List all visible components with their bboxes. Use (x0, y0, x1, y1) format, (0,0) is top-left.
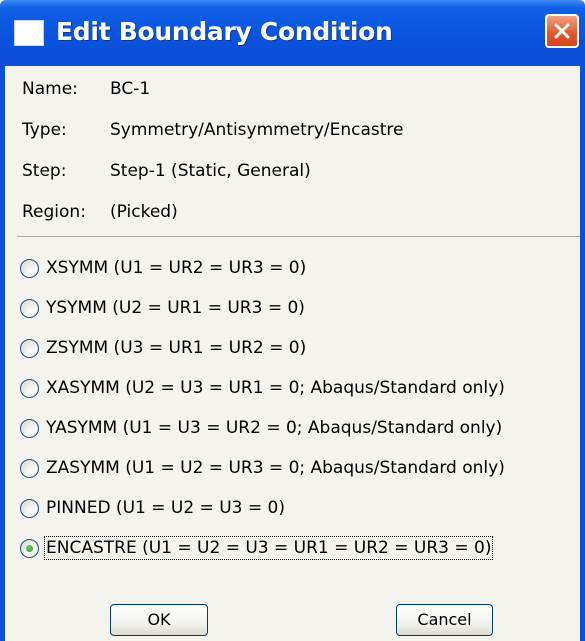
radio-selected-dot (26, 545, 33, 552)
radio-pinned[interactable]: PINNED (U1 = U2 = U3 = 0) (20, 494, 580, 524)
radio-xasymm[interactable]: XASYMM (U2 = U3 = UR1 = 0; Abaqus/Standa… (20, 374, 580, 404)
name-value: BC-1 (110, 79, 151, 99)
radio-ysymm[interactable]: YSYMM (U2 = UR1 = UR3 = 0) (20, 294, 580, 324)
region-label: Region: (22, 202, 86, 222)
dialog-window: Edit Boundary Condition Name: BC-1 Type:… (0, 0, 585, 641)
dialog-title: Edit Boundary Condition (56, 17, 393, 46)
radio-encastre[interactable]: ENCASTRE (U1 = U2 = U3 = UR1 = UR2 = UR3… (20, 534, 580, 564)
title-bar[interactable]: Edit Boundary Condition (0, 0, 585, 66)
radio-zasymm[interactable]: ZASYMM (U1 = U2 = UR3 = 0; Abaqus/Standa… (20, 454, 580, 484)
radio-yasymm[interactable]: YASYMM (U1 = U3 = UR2 = 0; Abaqus/Standa… (20, 414, 580, 444)
radio-button-icon[interactable] (20, 499, 39, 518)
type-label: Type: (22, 120, 67, 140)
cancel-button[interactable]: Cancel (396, 604, 493, 636)
separator (17, 236, 580, 238)
radio-button-icon[interactable] (20, 299, 39, 318)
close-button[interactable] (545, 14, 579, 48)
radio-label[interactable]: ZASYMM (U1 = U2 = UR3 = 0; Abaqus/Standa… (46, 458, 505, 478)
radio-button-icon[interactable] (20, 459, 39, 478)
type-value: Symmetry/Antisymmetry/Encastre (110, 120, 404, 140)
radio-label[interactable]: ZSYMM (U3 = UR1 = UR2 = 0) (46, 338, 306, 358)
radio-label[interactable]: YSYMM (U2 = UR1 = UR3 = 0) (46, 298, 305, 318)
step-value: Step-1 (Static, General) (110, 161, 311, 181)
radio-xsymm[interactable]: XSYMM (U1 = UR2 = UR3 = 0) (20, 254, 580, 284)
dialog-body: Name: BC-1 Type: Symmetry/Antisymmetry/E… (5, 66, 580, 641)
radio-button-icon[interactable] (20, 419, 39, 438)
radio-button-icon[interactable] (20, 259, 39, 278)
region-value: (Picked) (110, 202, 178, 222)
radio-label[interactable]: XSYMM (U1 = UR2 = UR3 = 0) (46, 258, 306, 278)
radio-button-icon[interactable] (20, 339, 39, 358)
close-icon (554, 23, 570, 39)
radio-label[interactable]: ENCASTRE (U1 = U2 = U3 = UR1 = UR2 = UR3… (43, 536, 494, 560)
window-icon (14, 20, 44, 46)
radio-label[interactable]: PINNED (U1 = U2 = U3 = 0) (46, 498, 285, 518)
name-label: Name: (22, 79, 78, 99)
radio-label[interactable]: XASYMM (U2 = U3 = UR1 = 0; Abaqus/Standa… (46, 378, 505, 398)
radio-zsymm[interactable]: ZSYMM (U3 = UR1 = UR2 = 0) (20, 334, 580, 364)
radio-button-icon[interactable] (20, 539, 39, 558)
radio-label[interactable]: YASYMM (U1 = U3 = UR2 = 0; Abaqus/Standa… (46, 418, 502, 438)
ok-button[interactable]: OK (110, 604, 208, 636)
step-label: Step: (22, 161, 67, 181)
radio-button-icon[interactable] (20, 379, 39, 398)
